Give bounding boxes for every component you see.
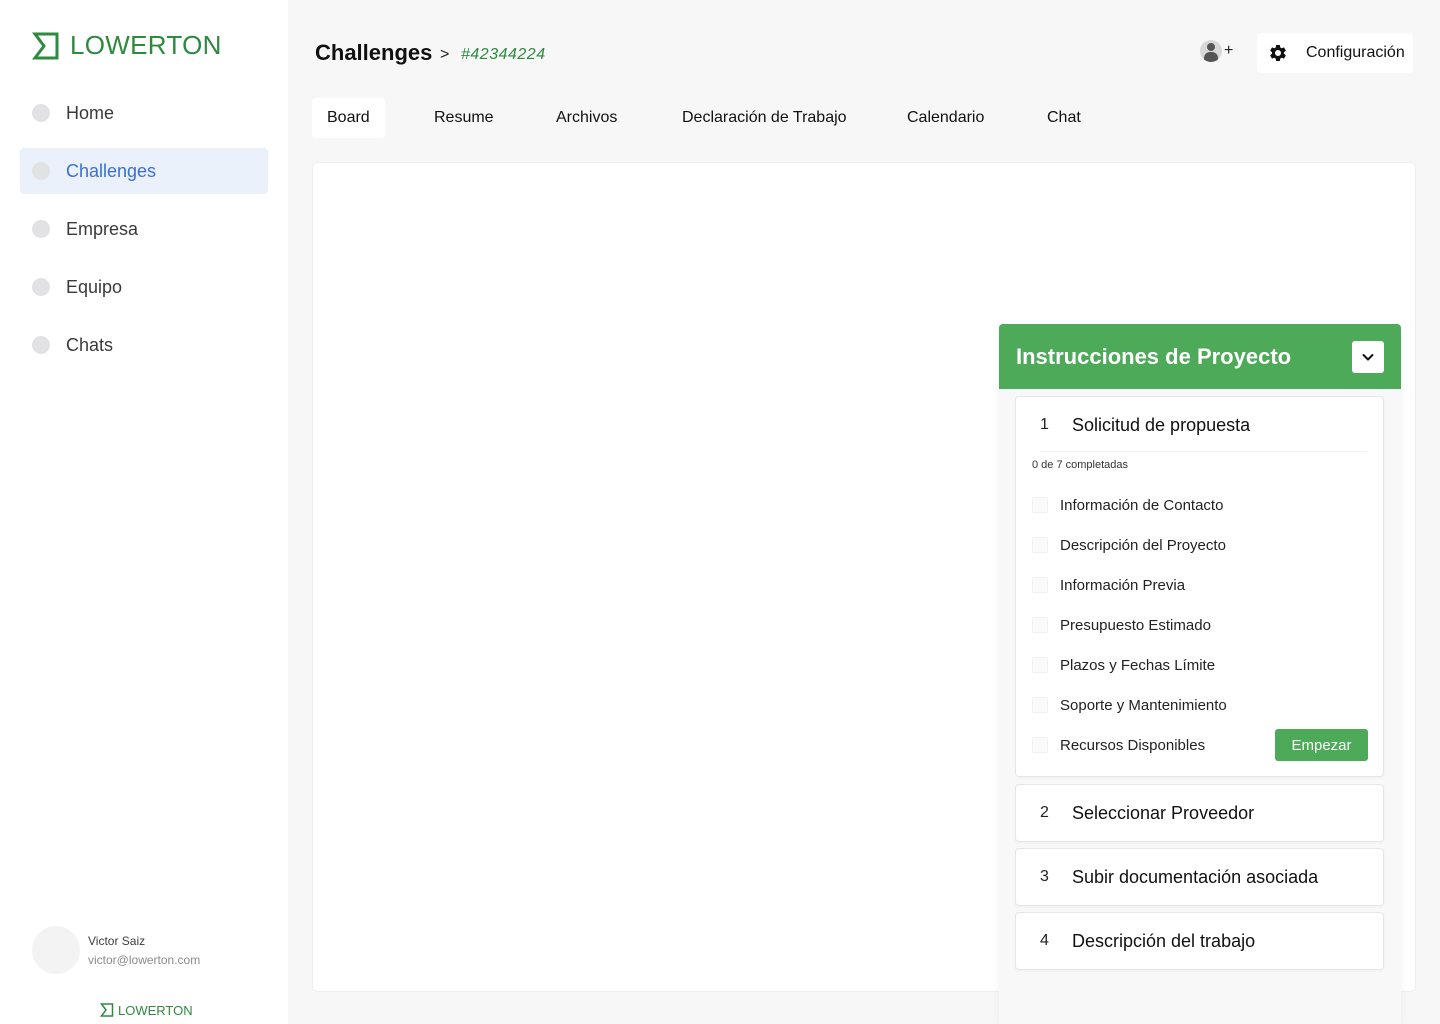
step-progress: 0 de 7 completadas [1032,459,1129,471]
sidebar-item-empresa[interactable]: Empresa [20,206,268,252]
step-title: Solicitud de propuesta [1072,414,1251,435]
page-title: Challenges [315,40,433,65]
checklist-item[interactable]: Descripción del Proyecto [1032,533,1226,557]
sidebar-item-chats[interactable]: Chats [20,322,268,368]
step-card-2[interactable]: 2 Seleccionar Proveedor [1015,784,1384,842]
step-header-4[interactable]: 4 Descripción del trabajo [1016,913,1383,969]
checklist-item-label: Información de Contacto [1060,496,1224,514]
checklist-item-label: Recursos Disponibles [1060,736,1206,754]
step-number: 2 [1040,804,1049,821]
checkbox[interactable] [1032,697,1048,713]
logo-icon [32,32,59,59]
sidebar-item-label: Empresa [66,218,139,239]
user-profile[interactable]: Victor Saiz victor@lowerton.com [32,926,200,974]
tab-declaracion-de-trabajo[interactable]: Declaración de Trabajo [682,98,847,138]
checklist-item-label: Plazos y Fechas Límite [1060,656,1216,674]
checkbox[interactable] [1032,497,1048,513]
tab-chat[interactable]: Chat [1047,98,1081,138]
sidebar-nav: Home Challenges Empresa Equipo Chats [20,90,268,380]
avatar [32,926,80,974]
step-title: Seleccionar Proveedor [1072,802,1255,823]
user-info: Victor Saiz victor@lowerton.com [88,934,200,967]
step-title: Subir documentación asociada [1072,866,1319,887]
brand-name: LOWERTON [70,30,222,60]
plus-icon: + [1224,42,1234,59]
checklist-item[interactable]: Soporte y Mantenimiento [1032,693,1227,717]
checkbox[interactable] [1032,537,1048,553]
breadcrumb-separator: > [440,46,450,63]
user-name: Victor Saiz [88,933,146,948]
sidebar-item-label: Chats [66,334,114,355]
step-header-3[interactable]: 3 Subir documentación asociada [1016,849,1383,905]
logo-icon [100,1003,114,1017]
footer-brand: LOWERTON [100,1002,193,1018]
step-header-2[interactable]: 2 Seleccionar Proveedor [1016,785,1383,841]
checklist-item-label: Presupuesto Estimado [1060,616,1211,634]
tab-calendario[interactable]: Calendario [907,98,984,138]
instructions-title: Instrucciones de Proyecto [1016,343,1292,369]
instructions-panel: Instrucciones de Proyecto 1 Solicitud de… [999,324,1401,1024]
tab-archivos[interactable]: Archivos [556,98,617,138]
configuration-label: Configuración [1306,44,1405,61]
brand-logo[interactable]: LOWERTON [32,30,222,61]
checkbox[interactable] [1032,577,1048,593]
collapse-button[interactable] [1352,341,1384,373]
step-card-4[interactable]: 4 Descripción del trabajo [1015,912,1384,970]
divider [1040,451,1367,452]
chevron-down-icon [1362,354,1374,361]
checkbox[interactable] [1032,617,1048,633]
sidebar-item-label: Equipo [66,276,123,297]
sidebar-item-label: Challenges [66,160,157,181]
gear-icon [1270,44,1286,61]
sidebar-item-equipo[interactable]: Equipo [20,264,268,310]
dot-icon [32,278,50,296]
checklist-item[interactable]: Información de Contacto [1032,493,1223,517]
checklist-item[interactable]: Recursos Disponibles [1032,733,1205,757]
checklist-item[interactable]: Presupuesto Estimado [1032,613,1211,637]
step-title: Descripción del trabajo [1072,930,1256,951]
sidebar-item-label: Home [66,102,115,123]
tab-board[interactable]: Board [312,98,385,138]
footer-brand-name: LOWERTON [118,1002,193,1018]
start-button[interactable]: Empezar [1275,729,1368,761]
step-number: 3 [1040,868,1049,885]
checkbox[interactable] [1032,737,1048,753]
checklist-item[interactable]: Información Previa [1032,573,1185,597]
step-card-1: 1 Solicitud de propuesta 0 de 7 completa… [1015,396,1384,777]
checklist-item-label: Descripción del Proyecto [1060,536,1226,554]
step-header-1[interactable]: 1 Solicitud de propuesta [1016,397,1383,453]
sidebar-item-challenges[interactable]: Challenges [20,148,268,194]
dot-icon [32,162,50,180]
add-user-icon [1200,40,1222,62]
tab-resume[interactable]: Resume [434,98,494,138]
dot-icon [32,220,50,238]
challenge-id: #42344224 [461,46,546,63]
step-number: 1 [1040,416,1049,433]
add-member-button[interactable]: + [1200,40,1233,62]
checklist-item[interactable]: Plazos y Fechas Límite [1032,653,1215,677]
dot-icon [32,104,50,122]
checklist-item-label: Soporte y Mantenimiento [1060,696,1227,714]
step-number: 4 [1040,932,1049,949]
user-email: victor@lowerton.com [88,952,201,967]
sidebar: LOWERTON Home Challenges Empresa Equipo … [0,0,288,1024]
checklist-item-label: Información Previa [1060,576,1186,594]
sidebar-item-home[interactable]: Home [20,90,268,136]
dot-icon [32,336,50,354]
step-card-3[interactable]: 3 Subir documentación asociada [1015,848,1384,906]
configuration-button[interactable]: Configuración [1257,33,1413,73]
instructions-header: Instrucciones de Proyecto [999,324,1401,389]
checkbox[interactable] [1032,657,1048,673]
